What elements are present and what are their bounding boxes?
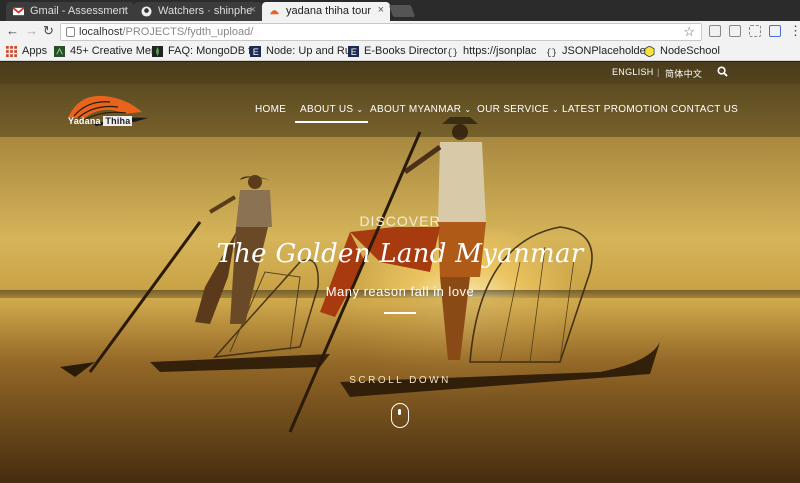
logo-word-yadana: Yadana — [68, 116, 101, 126]
bookmark-icon — [54, 46, 65, 57]
bookmark-item[interactable]: FAQ: MongoDB f — [152, 45, 251, 57]
nav-our-service[interactable]: OUR SERVICE ⌄ — [477, 104, 559, 115]
reload-icon[interactable]: ↻ — [43, 24, 54, 38]
url-path: /PROJECTS/fydth_upload/ — [122, 26, 254, 38]
lang-english-link[interactable]: ENGLISH — [612, 67, 654, 77]
bookmark-label: JSONPlaceholde — [562, 45, 646, 57]
tab-close-button[interactable]: × — [250, 4, 256, 16]
bookmark-label: FAQ: MongoDB f — [168, 45, 252, 57]
bookmark-item[interactable]: E E-Books Director — [348, 45, 447, 57]
bookmark-apps[interactable]: Apps — [6, 45, 47, 57]
book-e-icon: E — [250, 46, 261, 57]
book-e-icon: E — [348, 46, 359, 57]
nav-about-us[interactable]: ABOUT US ⌄ — [294, 104, 369, 123]
nav-label: CONTACT US — [671, 104, 739, 115]
lang-chinese-link[interactable]: 简体中文 — [665, 67, 702, 80]
tab-yadana-thiha[interactable]: yadana thiha tour × — [262, 2, 390, 21]
left-fisherman — [60, 175, 272, 377]
nodeschool-icon — [644, 46, 655, 57]
website-hero: ENGLISH | 简体中文 Yadana Thiha HOME ABOUT U… — [0, 62, 800, 483]
hero-subtitle: Many reason fall in love — [325, 284, 475, 299]
site-logo[interactable] — [64, 92, 148, 132]
json-icon: {} — [546, 47, 557, 57]
scroll-down-label[interactable]: SCROLL DOWN — [0, 375, 800, 386]
bookmark-item[interactable]: NodeSchool — [644, 45, 720, 57]
bookmark-label: E-Books Director — [364, 45, 448, 57]
svg-text:E: E — [253, 47, 259, 57]
url-host: localhost — [79, 26, 123, 38]
json-icon: {} — [447, 47, 458, 57]
forward-icon[interactable]: → — [25, 24, 38, 38]
gmail-icon — [13, 7, 24, 16]
bookmark-label: Node: Up and Ru — [266, 45, 351, 57]
tab-gmail[interactable]: Gmail - Assessment × — [6, 2, 134, 21]
github-icon — [141, 6, 152, 17]
bookmark-label: https://jsonplac — [463, 45, 537, 57]
extension-icon[interactable] — [749, 25, 761, 37]
nav-contact-us[interactable]: CONTACT US — [671, 104, 738, 115]
mongodb-icon — [152, 46, 163, 57]
nav-label: HOME — [255, 104, 287, 115]
bookmark-label: 45+ Creative Mer — [70, 45, 155, 57]
hero-title: The Golden Land Myanmar — [216, 239, 584, 269]
nav-label: ABOUT MYANMAR — [370, 104, 462, 115]
tab-title: Watchers · shinphe — [158, 5, 253, 17]
browser-tab-strip: Gmail - Assessment × Watchers · shinphe … — [0, 0, 800, 21]
lang-separator: | — [657, 67, 660, 77]
nav-label: LATEST PROMOTION — [562, 104, 669, 115]
bookmarks-bar: Apps 45+ Creative Mer FAQ: MongoDB f E N… — [0, 42, 800, 61]
nav-label: ABOUT US — [300, 104, 354, 115]
chevron-down-icon: ⌄ — [552, 105, 560, 114]
tab-close-button[interactable]: × — [122, 4, 128, 16]
mouse-wheel — [398, 409, 401, 415]
tab-github[interactable]: Watchers · shinphe × — [134, 2, 262, 21]
search-icon[interactable] — [717, 66, 728, 77]
chevron-down-icon: ⌄ — [464, 105, 472, 114]
site-navbar: Yadana Thiha HOME ABOUT US ⌄ ABOUT MYANMA… — [0, 84, 800, 137]
nav-latest-promotion[interactable]: LATEST PROMOTION — [562, 104, 668, 115]
svg-text:E: E — [351, 47, 357, 57]
chevron-down-icon: ⌄ — [356, 105, 364, 114]
new-tab-button[interactable] — [388, 5, 416, 17]
bookmark-item[interactable]: E Node: Up and Ru — [250, 45, 351, 57]
browser-menu-icon[interactable]: ⋮ — [789, 24, 800, 38]
tab-title: Gmail - Assessment — [30, 5, 128, 17]
hero-divider — [384, 312, 416, 314]
bookmark-star-icon[interactable]: ☆ — [683, 24, 695, 40]
bookmark-item[interactable]: {} https://jsonplac — [447, 45, 536, 57]
bookmark-item[interactable]: 45+ Creative Mer — [54, 45, 155, 57]
svg-text:{}: {} — [546, 47, 557, 57]
bookmark-label: NodeSchool — [660, 45, 720, 57]
site-top-bar: ENGLISH | 简体中文 — [0, 62, 800, 84]
tab-close-button[interactable]: × — [378, 4, 384, 16]
site-favicon — [269, 10, 280, 15]
back-icon[interactable]: ← — [6, 24, 19, 38]
svg-text:{}: {} — [447, 47, 458, 57]
page-info-icon[interactable] — [66, 27, 75, 37]
extension-icon[interactable] — [709, 25, 721, 37]
nav-about-myanmar[interactable]: ABOUT MYANMAR ⌄ — [370, 104, 471, 115]
browser-toolbar: ← → ↻ localhost/PROJECTS/fydth_upload/ ☆… — [0, 21, 800, 42]
bookmark-item[interactable]: {} JSONPlaceholde — [546, 45, 646, 57]
logo-word-thiha: Thiha — [103, 116, 133, 126]
address-bar[interactable]: localhost/PROJECTS/fydth_upload/ ☆ — [60, 23, 702, 41]
site-logo-text: Yadana Thiha — [68, 116, 133, 126]
tab-title: yadana thiha tour — [286, 5, 372, 17]
nav-home[interactable]: HOME — [255, 104, 286, 115]
hero-kicker: DISCOVER — [359, 213, 441, 229]
apps-grid-icon — [6, 46, 17, 57]
extension-icon[interactable] — [729, 25, 741, 37]
scroll-mouse-icon[interactable] — [391, 403, 409, 428]
bookmark-label: Apps — [22, 45, 48, 57]
nav-label: OUR SERVICE — [477, 104, 550, 115]
extension-icon[interactable] — [769, 25, 781, 37]
